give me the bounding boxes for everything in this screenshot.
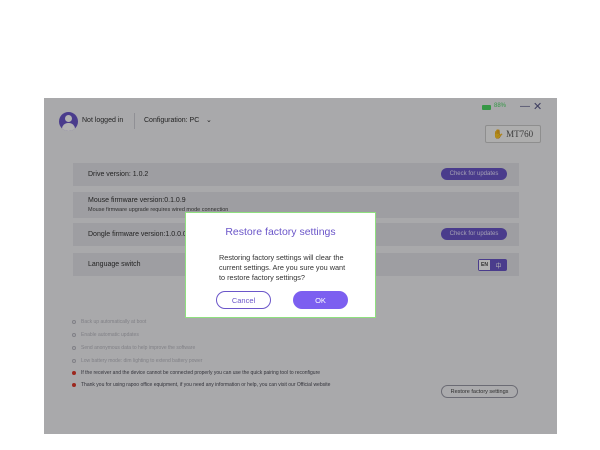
ok-button[interactable]: OK [293, 291, 348, 309]
cancel-button[interactable]: Cancel [216, 291, 271, 309]
restore-confirm-dialog: Restore factory settings Restoring facto… [185, 212, 376, 318]
dialog-message: Restoring factory settings will clear th… [219, 253, 346, 282]
dialog-title: Restore factory settings [225, 226, 336, 238]
